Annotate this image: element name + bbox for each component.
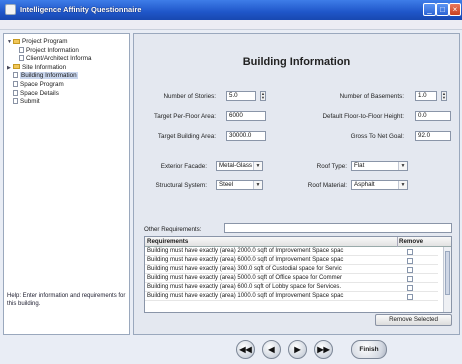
document-icon — [13, 72, 18, 79]
tree-item-space-details[interactable]: Space Details — [7, 89, 91, 99]
folder-icon — [13, 64, 20, 70]
document-icon — [13, 80, 18, 87]
table-row[interactable]: Building must have exactly (area) 600.0 … — [145, 283, 438, 292]
floor-height-field[interactable]: 0.0 — [415, 111, 451, 121]
chevron-down-icon: ▼ — [398, 181, 407, 189]
minimize-button[interactable]: _ — [423, 3, 436, 16]
table-row[interactable]: Building must have exactly (area) 6000.0… — [145, 256, 438, 265]
wizard-navigation: ◀◀ ◀ ▶ ▶▶ Finish — [0, 336, 462, 364]
stories-spinner[interactable]: ▲ ▼ — [260, 91, 266, 101]
remove-checkbox[interactable] — [407, 284, 413, 291]
window-title: Intelligence Affinity Questionnaire — [20, 5, 142, 14]
roof-material-select[interactable]: Asphalt ▼ — [351, 180, 408, 190]
table-row[interactable]: Building must have exactly (area) 1000.0… — [145, 292, 438, 301]
table-row[interactable]: Building must have exactly (area) 2000.0… — [145, 247, 438, 256]
chevron-down-icon: ▼ — [253, 162, 262, 170]
floor-area-label: Target Per-Floor Area: — [154, 113, 216, 120]
facade-select[interactable]: Metal-Glass ▼ — [216, 161, 263, 171]
gross-net-field[interactable]: 92.0 — [415, 131, 451, 141]
document-icon — [19, 46, 24, 53]
page-title: Building Information — [242, 56, 351, 68]
remove-checkbox[interactable] — [407, 293, 413, 300]
basements-field[interactable]: 1.0 — [415, 91, 437, 101]
tree-item-client-architect[interactable]: Client/Architect Informa — [7, 55, 91, 64]
remove-column-header[interactable]: Remove — [399, 237, 423, 247]
document-icon — [13, 89, 18, 96]
first-page-button[interactable]: ◀◀ — [236, 340, 255, 359]
next-page-button[interactable]: ▶ — [288, 340, 307, 359]
remove-checkbox[interactable] — [407, 257, 413, 264]
structural-label: Structural System: — [155, 182, 207, 189]
tree-item-site-information[interactable]: ▶ Site Information — [7, 64, 91, 73]
app-icon — [5, 4, 16, 15]
tree-item-submit[interactable]: Submit — [7, 98, 91, 107]
roof-material-label: Roof Material: — [307, 182, 347, 189]
folder-icon — [13, 38, 20, 44]
tree-item-project-program[interactable]: ▼ Project Program — [7, 38, 91, 47]
other-requirements-field[interactable] — [224, 223, 452, 233]
basements-spinner[interactable]: ▲ ▼ — [441, 91, 447, 101]
stories-label: Number of Stories: — [163, 93, 217, 100]
close-button[interactable]: × — [449, 3, 461, 16]
building-area-label: Target Building Area: — [157, 133, 216, 140]
other-requirements-label: Other Requirements: — [144, 226, 202, 233]
tree-item-space-program[interactable]: Space Program — [7, 80, 91, 90]
table-header: Requirements Remove — [145, 237, 451, 247]
chevron-down-icon: ▼ — [253, 181, 262, 189]
navigation-tree: ▼ Project Program Project Information Cli… — [7, 38, 91, 107]
basements-label: Number of Basements: — [339, 93, 404, 100]
stories-field[interactable]: 5.0 — [226, 91, 256, 101]
maximize-button[interactable]: □ — [436, 3, 449, 16]
table-scrollbar[interactable] — [443, 247, 451, 312]
window-titlebar: Intelligence Affinity Questionnaire _ □ … — [0, 0, 462, 20]
requirements-table: Requirements Remove Building must have e… — [144, 236, 452, 313]
previous-page-button[interactable]: ◀ — [262, 340, 281, 359]
tree-item-project-information[interactable]: Project Information — [7, 46, 91, 56]
building-area-field[interactable]: 30000.0 — [226, 131, 266, 141]
finish-button[interactable]: Finish — [351, 340, 387, 359]
document-icon — [19, 55, 24, 62]
help-text: Help: Enter information and requirements… — [7, 293, 126, 307]
navigation-pane: ▼ Project Program Project Information Cli… — [3, 33, 130, 335]
scrollbar-thumb[interactable] — [445, 251, 450, 295]
requirements-column-header[interactable]: Requirements — [147, 237, 188, 247]
form-pane: Building Information Number of Stories: … — [133, 33, 460, 335]
tree-item-building-information[interactable]: Building Information — [7, 72, 91, 81]
last-page-button[interactable]: ▶▶ — [314, 340, 333, 359]
gross-net-label: Gross To Net Goal: — [350, 133, 404, 140]
remove-checkbox[interactable] — [407, 266, 413, 273]
roof-type-label: Roof Type: — [316, 163, 347, 170]
table-row[interactable]: Building must have exactly (area) 5000.0… — [145, 274, 438, 283]
structural-select[interactable]: Steel ▼ — [216, 180, 263, 190]
chevron-down-icon: ▼ — [398, 162, 407, 170]
floor-area-field[interactable]: 6000 — [226, 111, 266, 121]
remove-selected-button[interactable]: Remove Selected — [375, 314, 452, 326]
roof-type-select[interactable]: Flat ▼ — [351, 161, 408, 171]
document-icon — [13, 98, 18, 105]
remove-checkbox[interactable] — [407, 248, 413, 255]
menu-bar — [0, 20, 462, 30]
remove-checkbox[interactable] — [407, 275, 413, 282]
facade-label: Exterior Facade: — [160, 163, 207, 170]
table-row[interactable]: Building must have exactly (area) 300.0 … — [145, 265, 438, 274]
floor-height-label: Default Floor-to-Floor Height: — [322, 113, 404, 120]
